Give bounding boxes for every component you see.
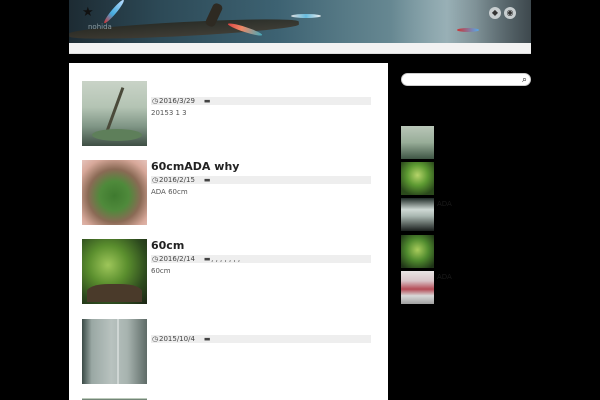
post-date: 2016/3/29	[159, 97, 195, 105]
rss-icon[interactable]: ◉	[504, 7, 516, 19]
search-icon[interactable]: ⌕	[522, 74, 527, 86]
site-logo-link[interactable]: ★	[82, 6, 94, 19]
folder-icon: ▬	[203, 176, 211, 184]
clock-icon: ◷	[151, 255, 159, 263]
list-item: ◷2016/3/29 ▬ 20153 1 3	[82, 81, 372, 146]
post-date: 2016/2/15	[159, 176, 195, 184]
post-date: 2015/10/4	[159, 335, 195, 343]
post-thumbnail[interactable]	[82, 81, 147, 146]
folder-icon: ▬	[203, 255, 211, 263]
banner-fish	[291, 14, 321, 18]
header-banner	[69, 0, 531, 43]
post-list: ◷2016/3/29 ▬ 20153 1 3 60cmADA why ◷2016…	[69, 63, 388, 400]
sidebar-post-thumbnail[interactable]	[401, 126, 434, 159]
feedly-icon[interactable]: ◆	[489, 7, 501, 19]
sidebar-post-thumbnail[interactable]	[401, 271, 434, 304]
global-nav-bar	[69, 43, 531, 54]
post-category[interactable]: , , , , , , ,	[211, 255, 240, 263]
search-form[interactable]: ⌕	[401, 73, 531, 86]
post-title[interactable]: 60cmADA why	[151, 160, 239, 173]
list-item: 60cm ◷2016/2/14 ▬, , , , , , , 60cm	[82, 239, 372, 304]
folder-icon: ▬	[203, 335, 211, 343]
post-date: 2016/2/14	[159, 255, 195, 263]
post-thumbnail[interactable]	[82, 319, 147, 384]
post-thumbnail[interactable]	[82, 239, 147, 304]
folder-icon: ▬	[203, 97, 211, 105]
list-item: ◷2015/10/4 ▬	[82, 319, 372, 384]
post-excerpt: ADA 60cm	[151, 188, 188, 196]
clock-icon: ◷	[151, 335, 159, 343]
post-meta: ◷2015/10/4 ▬	[151, 335, 371, 343]
post-thumbnail[interactable]	[82, 160, 147, 225]
sidebar-post-thumbnail[interactable]	[401, 235, 434, 268]
site-description: nohida	[88, 23, 112, 31]
sidebar-post-thumbnail[interactable]	[401, 198, 434, 231]
clock-icon: ◷	[151, 97, 159, 105]
sidebar-post-thumbnail[interactable]	[401, 162, 434, 195]
post-meta: ◷2016/2/14 ▬, , , , , , ,	[151, 255, 371, 263]
sidebar-post-title[interactable]: ADA	[437, 273, 452, 281]
post-meta: ◷2016/3/29 ▬	[151, 97, 371, 105]
sidebar-post-title[interactable]: ADA	[437, 200, 452, 208]
search-input[interactable]	[407, 74, 517, 85]
post-excerpt: 20153 1 3	[151, 109, 187, 117]
banner-fish	[102, 0, 126, 25]
post-excerpt: 60cm	[151, 267, 171, 275]
banner-fish	[457, 28, 479, 32]
list-item: 60cmADA why ◷2016/2/15 ▬ ADA 60cm	[82, 160, 372, 225]
post-title[interactable]: 60cm	[151, 239, 184, 252]
post-meta: ◷2016/2/15 ▬	[151, 176, 371, 184]
clock-icon: ◷	[151, 176, 159, 184]
